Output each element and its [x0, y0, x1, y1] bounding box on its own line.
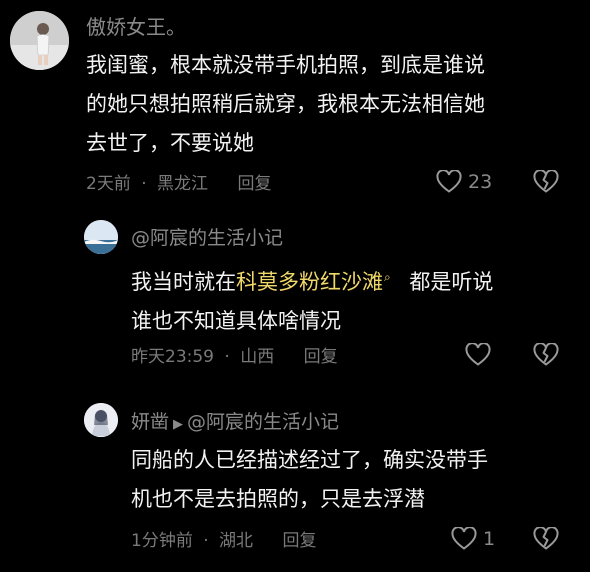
reply-button[interactable]: 回复 [237, 173, 271, 195]
avatar[interactable] [84, 220, 118, 254]
separator: · [203, 531, 209, 551]
comment-text-segment: 都是听说 [409, 270, 494, 294]
comment-text: 我当时就在科莫多粉红沙滩⌕ 都是听说 谁也不知道具体啥情况 [131, 258, 493, 341]
like-button[interactable]: 23 [436, 170, 492, 194]
like-count: 1 [483, 528, 496, 550]
comment-text-line: 我闺蜜，根本就没带手机拍照，到底是谁说 [86, 53, 485, 77]
comment-time: 昨天23:59 [131, 347, 214, 367]
like-button[interactable]: 1 [451, 527, 495, 551]
broken-heart-icon [533, 342, 559, 366]
heart-outline-icon [451, 527, 477, 550]
search-icon[interactable]: ⌕ [384, 270, 391, 284]
comment-text-line: 我当时就在科莫多粉红沙滩⌕ 都是听说 [131, 258, 493, 302]
comment-meta: 昨天23:59 · 山西 回复 [131, 346, 338, 368]
reply-button[interactable]: 回复 [304, 346, 338, 368]
separator: · [141, 174, 147, 194]
avatar[interactable] [84, 403, 118, 437]
reply-to-username[interactable]: @阿宸的生活小记 [187, 411, 339, 433]
reply-button[interactable]: 回复 [282, 530, 316, 552]
comment-time: 2天前 [86, 174, 131, 194]
heart-outline-icon [436, 170, 462, 193]
comment-text-segment: 我当时就在 [131, 270, 236, 294]
comment-text-line: 的她只想拍照稍后就穿，我根本无法相信她 [86, 92, 485, 116]
like-button[interactable] [465, 343, 491, 367]
comment-text-line: 同船的人已经描述经过了，确实没带手 [131, 448, 488, 472]
avatar-image [84, 403, 118, 437]
dislike-button[interactable] [533, 342, 559, 371]
comment-location: 湖北 [219, 531, 254, 551]
avatar-image [10, 11, 69, 70]
broken-heart-icon [533, 169, 559, 193]
comment-text-line: 谁也不知道具体啥情况 [131, 309, 341, 333]
like-count: 23 [468, 171, 493, 193]
broken-heart-icon [533, 526, 559, 550]
comment-time: 1分钟前 [131, 531, 193, 551]
comment-text: 我闺蜜，根本就没带手机拍照，到底是谁说 的她只想拍照稍后就穿，我根本无法相信她 … [86, 46, 485, 163]
separator: · [224, 347, 230, 367]
heart-outline-icon [465, 343, 491, 366]
comment-meta: 2天前 · 黑龙江 回复 [86, 173, 271, 195]
dislike-button[interactable] [533, 169, 559, 198]
avatar-image [84, 220, 118, 254]
comment-username-row: 妍凿 ▶ @阿宸的生活小记 [131, 410, 339, 437]
comment-text-line: 机也不是去拍照的，只是去浮潜 [131, 487, 425, 511]
comment-text: 同船的人已经描述经过了，确实没带手 机也不是去拍照的，只是去浮潜 [131, 441, 488, 519]
dislike-button[interactable] [533, 526, 559, 555]
search-link[interactable]: 科莫多粉红沙滩 [236, 270, 383, 294]
comment-username[interactable]: 傲娇女王。 [86, 15, 186, 39]
comment-location: 山西 [240, 347, 275, 367]
comment-meta: 1分钟前 · 湖北 回复 [131, 530, 316, 552]
comment-username[interactable]: 妍凿 [131, 411, 169, 433]
avatar[interactable] [10, 11, 69, 70]
reply-arrow-icon: ▶ [173, 417, 184, 432]
comment-location: 黑龙江 [157, 174, 209, 194]
comment-text-line: 去世了，不要说她 [86, 131, 254, 155]
comment-username[interactable]: @阿宸的生活小记 [131, 226, 283, 250]
